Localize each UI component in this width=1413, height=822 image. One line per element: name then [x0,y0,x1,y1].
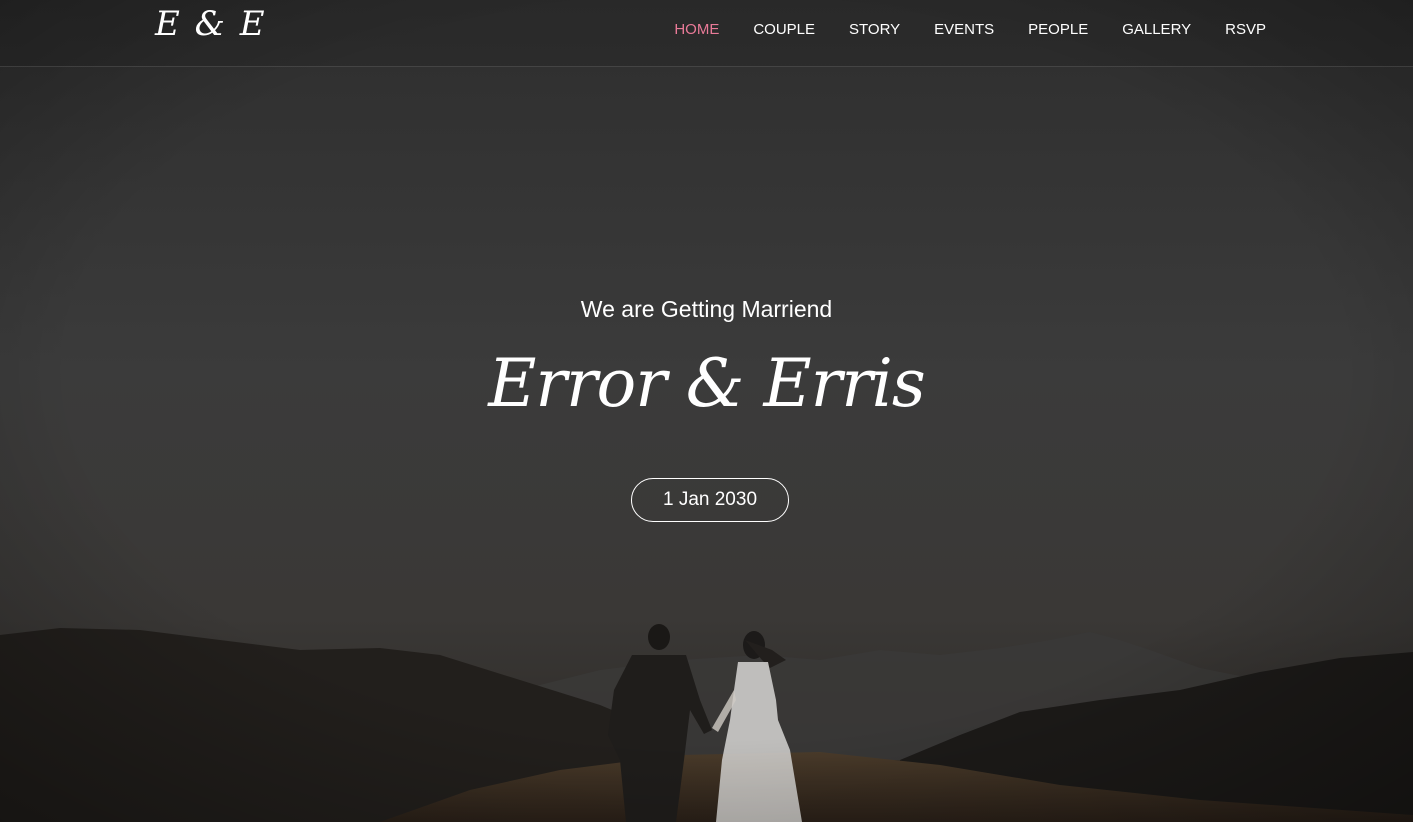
nav-item-home[interactable]: HOME [674,21,719,38]
nav-menu: HOME COUPLE STORY EVENTS PEOPLE GALLERY … [640,21,1266,38]
couple-names-heading: Error & Erris [488,345,926,422]
nav-item-couple[interactable]: COUPLE [753,21,815,38]
wedding-landing-page: E & E HOME COUPLE STORY EVENTS PEOPLE GA… [0,0,1413,822]
nav-item-events[interactable]: EVENTS [934,21,994,38]
top-navbar: E & E HOME COUPLE STORY EVENTS PEOPLE GA… [0,0,1413,67]
hero-subtitle: We are Getting Marriend [580,296,833,322]
wedding-date-badge[interactable]: 1 Jan 2030 [631,478,789,522]
nav-item-story[interactable]: STORY [849,21,900,38]
brand-logo[interactable]: E & E [155,4,267,44]
nav-item-rsvp[interactable]: RSVP [1225,21,1266,38]
nav-item-gallery[interactable]: GALLERY [1122,21,1191,38]
nav-item-people[interactable]: PEOPLE [1028,21,1088,38]
